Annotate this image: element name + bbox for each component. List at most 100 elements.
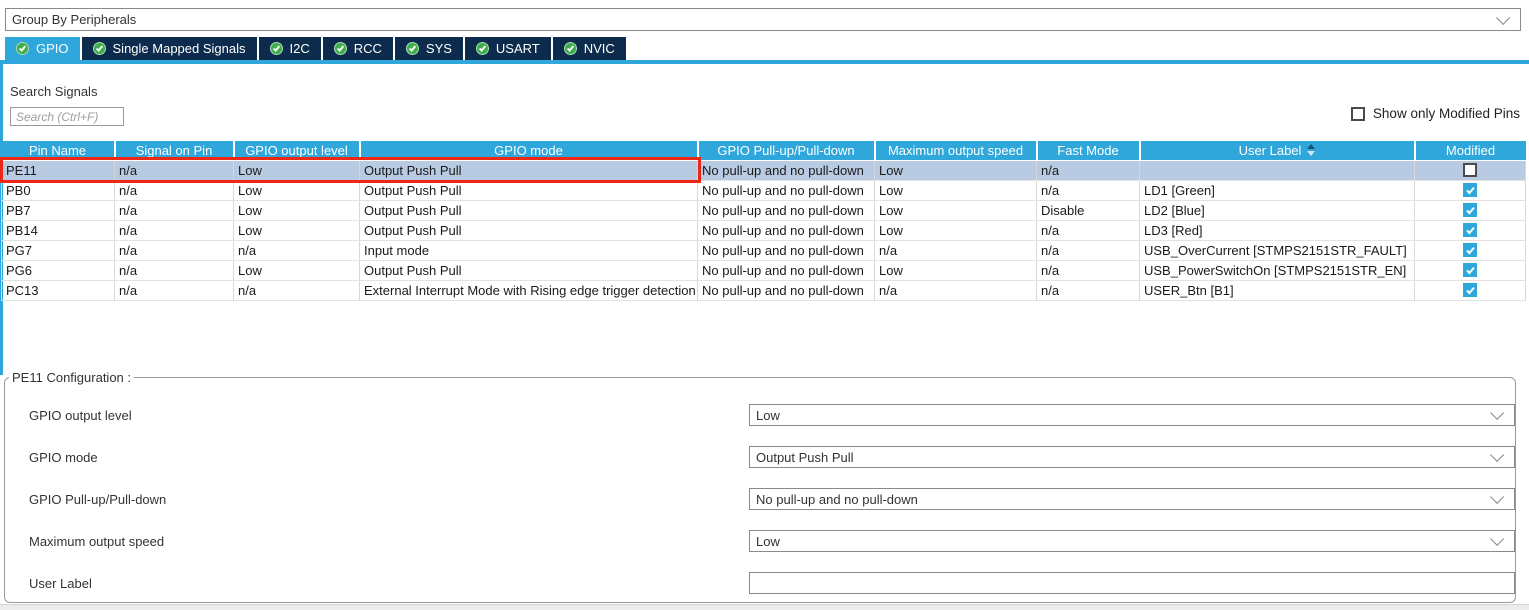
chevron-down-icon [1496,10,1510,24]
cell-pull: No pull-up and no pull-down [698,240,875,260]
config-select-gpio-mode[interactable]: Output Push Pull [749,446,1515,468]
cell-modified [1415,280,1526,300]
table-row-pb0[interactable]: PB0n/aLowOutput Push PullNo pull-up and … [2,180,1526,200]
group-by-select[interactable]: Group By Peripherals [5,8,1521,31]
cell-pin: PB14 [2,220,115,240]
cell-label [1140,160,1415,180]
check-circle-icon [270,42,283,55]
column-header-label: Signal on Pin [136,143,213,158]
cell-signal: n/a [115,260,234,280]
cell-level: Low [234,200,360,220]
tab-label: RCC [354,41,382,56]
cell-signal: n/a [115,280,234,300]
column-header-signal-on-pin[interactable]: Signal on Pin [115,141,234,160]
config-label-gpio-output-level: GPIO output level [29,408,132,423]
tab-label: Single Mapped Signals [113,41,246,56]
tab-single-mapped-signals[interactable]: Single Mapped Signals [82,37,257,60]
cell-fast: n/a [1037,260,1140,280]
modified-checkbox[interactable] [1463,183,1477,197]
check-circle-icon [93,42,106,55]
cell-mode: Output Push Pull [360,200,698,220]
cell-mode: External Interrupt Mode with Rising edge… [360,280,698,300]
show-only-modified-filter[interactable]: Show only Modified Pins [1351,106,1520,121]
cell-pull: No pull-up and no pull-down [698,260,875,280]
column-header-label: GPIO Pull-up/Pull-down [717,143,854,158]
config-select-gpio-pull-up-pull-down[interactable]: No pull-up and no pull-down [749,488,1515,510]
modified-checkbox[interactable] [1463,263,1477,277]
column-header-fast-mode[interactable]: Fast Mode [1037,141,1140,160]
cell-fast: n/a [1037,160,1140,180]
cell-mode: Input mode [360,240,698,260]
config-label-user-label: User Label [29,576,92,591]
tab-rcc[interactable]: RCC [323,37,393,60]
modified-checkbox[interactable] [1463,203,1477,217]
search-input[interactable] [10,107,124,126]
column-header-gpio-mode[interactable]: GPIO mode [360,141,698,160]
cell-pin: PB0 [2,180,115,200]
cell-fast: n/a [1037,180,1140,200]
cell-pin: PG7 [2,240,115,260]
column-header-maximum-output-speed[interactable]: Maximum output speed [875,141,1037,160]
cell-pull: No pull-up and no pull-down [698,220,875,240]
modified-checkbox[interactable] [1463,243,1477,257]
check-icon [1465,265,1476,276]
cell-label: LD3 [Red] [1140,220,1415,240]
column-header-user-label[interactable]: User Label [1140,141,1415,160]
column-header-label: Fast Mode [1057,143,1118,158]
cell-fast: n/a [1037,220,1140,240]
table-row-pg7[interactable]: PG7n/an/aInput modeNo pull-up and no pul… [2,240,1526,260]
config-label-gpio-pull-up-pull-down: GPIO Pull-up/Pull-down [29,492,166,507]
tab-nvic[interactable]: NVIC [553,37,626,60]
check-icon [1465,245,1476,256]
table-row-pe11[interactable]: PE11n/aLowOutput Push PullNo pull-up and… [2,160,1526,180]
tab-usart[interactable]: USART [465,37,551,60]
config-select-value: Low [750,408,1490,423]
tab-label: GPIO [36,41,69,56]
check-circle-icon [16,42,29,55]
cell-level: n/a [234,280,360,300]
cell-mode: Output Push Pull [360,180,698,200]
check-icon [1465,225,1476,236]
cell-speed: n/a [875,240,1037,260]
show-only-modified-checkbox[interactable] [1351,107,1365,121]
column-header-gpio-pull-up-pull-down[interactable]: GPIO Pull-up/Pull-down [698,141,875,160]
bottom-scrollbar-strip[interactable] [0,604,1529,610]
modified-checkbox[interactable] [1463,163,1477,177]
cell-speed: n/a [875,280,1037,300]
column-header-label: Maximum output speed [888,143,1023,158]
column-header-modified[interactable]: Modified [1415,141,1526,160]
cell-level: Low [234,260,360,280]
cell-level: Low [234,180,360,200]
modified-checkbox[interactable] [1463,223,1477,237]
check-circle-icon [476,42,489,55]
column-header-label: GPIO output level [245,143,348,158]
show-only-modified-label: Show only Modified Pins [1373,106,1520,121]
table-row-pc13[interactable]: PC13n/an/aExternal Interrupt Mode with R… [2,280,1526,300]
cell-label: USER_Btn [B1] [1140,280,1415,300]
config-select-gpio-output-level[interactable]: Low [749,404,1515,426]
table-row-pg6[interactable]: PG6n/aLowOutput Push PullNo pull-up and … [2,260,1526,280]
cell-label: USB_OverCurrent [STMPS2151STR_FAULT] [1140,240,1415,260]
config-select-maximum-output-speed[interactable]: Low [749,530,1515,552]
cell-label: USB_PowerSwitchOn [STMPS2151STR_EN] [1140,260,1415,280]
pin-configuration-group: PE11 Configuration : GPIO output levelLo… [4,377,1516,603]
table-row-pb7[interactable]: PB7n/aLowOutput Push PullNo pull-up and … [2,200,1526,220]
cell-level: Low [234,220,360,240]
tab-i2c[interactable]: I2C [259,37,321,60]
chevron-down-icon [1490,490,1504,504]
column-header-gpio-output-level[interactable]: GPIO output level [234,141,360,160]
cell-mode: Output Push Pull [360,260,698,280]
column-header-pin-name[interactable]: Pin Name [2,141,115,160]
tab-gpio[interactable]: GPIO [5,37,80,60]
config-input-user-label[interactable] [749,572,1515,594]
cell-pin: PB7 [2,200,115,220]
modified-checkbox[interactable] [1463,283,1477,297]
search-signals-label: Search Signals [10,84,97,99]
cell-speed: Low [875,220,1037,240]
tab-sys[interactable]: SYS [395,37,463,60]
config-select-value: No pull-up and no pull-down [750,492,1490,507]
cell-speed: Low [875,180,1037,200]
cell-label: LD2 [Blue] [1140,200,1415,220]
tab-label: I2C [290,41,310,56]
table-row-pb14[interactable]: PB14n/aLowOutput Push PullNo pull-up and… [2,220,1526,240]
